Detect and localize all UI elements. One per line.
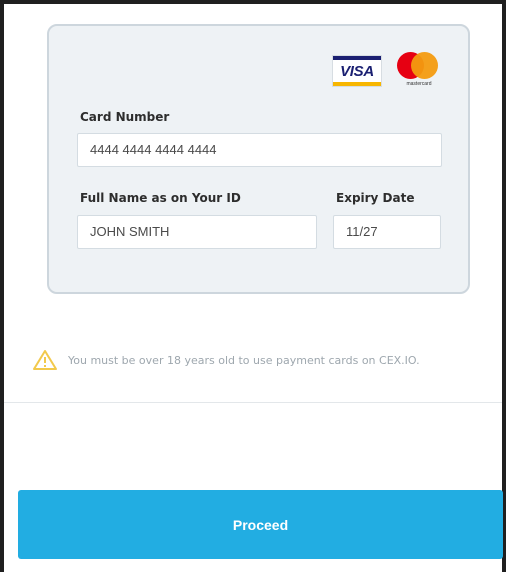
visa-stripe-bottom	[333, 82, 381, 86]
visa-logo-icon: VISA	[332, 55, 382, 87]
section-divider	[4, 402, 502, 403]
age-warning: You must be over 18 years old to use pay…	[32, 345, 420, 375]
card-number-label: Card Number	[80, 110, 170, 124]
proceed-button[interactable]: Proceed	[18, 490, 503, 559]
mastercard-yellow-circle	[411, 52, 438, 79]
mastercard-logo-icon: mastercard	[394, 52, 444, 90]
warning-triangle-icon	[33, 350, 57, 370]
full-name-input[interactable]: JOHN SMITH	[77, 215, 317, 249]
window-frame-top	[0, 0, 506, 4]
expiry-date-label: Expiry Date	[336, 191, 415, 205]
card-number-input[interactable]: 4444 4444 4444 4444	[77, 133, 442, 167]
full-name-label: Full Name as on Your ID	[80, 191, 241, 205]
window-frame-left	[0, 0, 4, 572]
window-frame-right	[502, 0, 506, 572]
payment-card-panel: VISA mastercard Card Number 4444 4444 44…	[47, 24, 470, 294]
expiry-date-input[interactable]: 11/27	[333, 215, 441, 249]
mastercard-logo-text: mastercard	[406, 81, 432, 87]
visa-logo-text: VISA	[340, 63, 374, 80]
age-warning-text: You must be over 18 years old to use pay…	[68, 353, 420, 367]
visa-stripe-top	[333, 56, 381, 60]
